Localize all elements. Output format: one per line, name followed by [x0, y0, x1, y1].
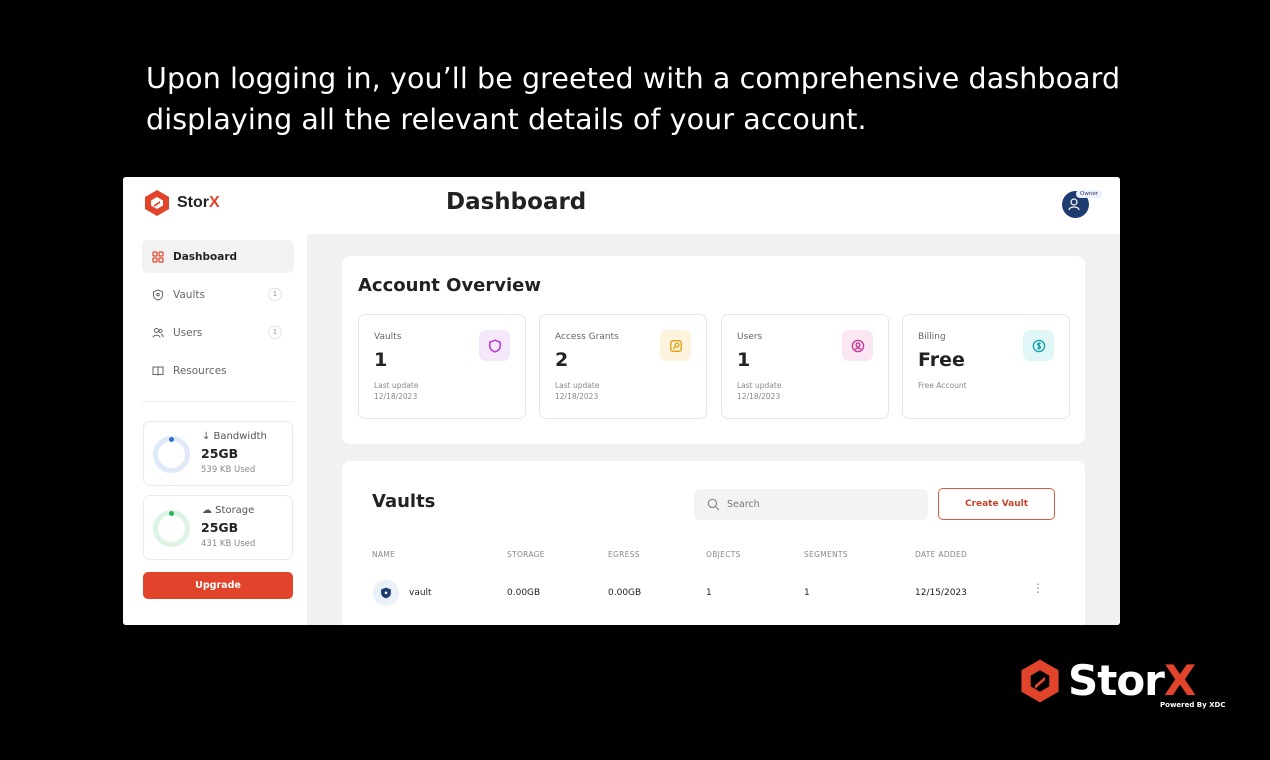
bandwidth-ring	[153, 436, 190, 473]
bandwidth-ring-indicator	[169, 437, 174, 442]
vault-objects: 1	[706, 588, 712, 598]
sidebar-item-users[interactable]: Users 1	[142, 316, 294, 349]
users-stat-card[interactable]: Users 1 Last update 12/18/2023	[721, 314, 889, 419]
dollar-icon	[1023, 330, 1054, 361]
storage-ring-indicator	[169, 511, 174, 516]
column-header-storage[interactable]: STORAGE	[507, 550, 545, 559]
stat-label: Users	[737, 332, 763, 342]
vault-shield-icon	[373, 580, 399, 606]
vault-name[interactable]: vault	[409, 588, 432, 598]
storage-label: ☁ Storage	[202, 505, 255, 516]
caption-text: Upon logging in, you’ll be greeted with …	[146, 62, 1121, 136]
user-icon	[842, 330, 873, 361]
storx-logo-icon	[145, 190, 169, 216]
role-badge: Owner	[1076, 190, 1102, 198]
users-count-badge: 1	[268, 326, 282, 339]
app-window: StorX Dashboard Vaults 1 Users 1 Resourc…	[123, 177, 1120, 625]
sidebar: StorX Dashboard Vaults 1 Users 1 Resourc…	[123, 177, 307, 625]
shield-icon	[152, 288, 164, 301]
stat-meta: Last update 12/18/2023	[555, 381, 600, 401]
stat-value: 1	[737, 349, 751, 371]
stat-label: Vaults	[374, 332, 402, 342]
vaults-count-badge: 1	[268, 288, 282, 301]
storx-logo-icon	[1021, 659, 1059, 703]
page-title: Dashboard	[446, 189, 587, 215]
footer-logo: StorX	[1020, 656, 1196, 705]
column-header-segments[interactable]: SEGMENTS	[804, 550, 848, 559]
vaults-panel: Vaults Create Vault NAME STORAGE EGRESS …	[342, 461, 1085, 625]
billing-stat-card[interactable]: Billing Free Free Account	[902, 314, 1070, 419]
footer-logo-text: StorX	[1068, 656, 1196, 705]
storage-ring	[153, 510, 190, 547]
column-header-objects[interactable]: OBJECTS	[706, 550, 741, 559]
sidebar-item-label: Vaults	[173, 288, 205, 301]
access-grants-stat-card[interactable]: Access Grants 2 Last update 12/18/2023	[539, 314, 707, 419]
vault-egress: 0.00GB	[608, 588, 642, 598]
sidebar-item-vaults[interactable]: Vaults 1	[142, 278, 294, 311]
book-icon	[152, 365, 164, 377]
footer-tagline: Powered By XDC	[1160, 701, 1226, 709]
stat-value: 1	[374, 349, 388, 371]
stat-meta: Last update 12/18/2023	[737, 381, 782, 401]
bandwidth-value: 25GB	[201, 446, 239, 461]
grid-icon	[152, 250, 164, 263]
storage-used: 431 KB Used	[201, 539, 256, 549]
users-icon	[152, 327, 164, 339]
vault-date-added: 12/15/2023	[915, 588, 967, 598]
search-input[interactable]	[694, 489, 928, 520]
key-icon	[660, 330, 691, 361]
sidebar-divider	[142, 401, 294, 402]
stat-value: Free	[918, 349, 965, 371]
bandwidth-label: ↓ Bandwidth	[202, 431, 267, 442]
create-vault-button[interactable]: Create Vault	[938, 488, 1055, 520]
stat-label: Access Grants	[555, 332, 619, 342]
storage-card: ☁ Storage 25GB 431 KB Used	[143, 495, 293, 560]
top-bar: Dashboard Owner	[307, 177, 1120, 234]
bandwidth-used: 539 KB Used	[201, 465, 256, 475]
stat-value: 2	[555, 349, 569, 371]
vault-segments: 1	[804, 588, 810, 598]
column-header-name[interactable]: NAME	[372, 550, 395, 559]
upgrade-button[interactable]: Upgrade	[143, 572, 293, 599]
sidebar-nav: Dashboard Vaults 1 Users 1 Resources	[142, 240, 294, 392]
storage-value: 25GB	[201, 520, 239, 535]
stat-label: Billing	[918, 332, 946, 342]
brand[interactable]: StorX	[143, 189, 220, 217]
account-overview-panel: Account Overview Vaults 1 Last update 12/…	[342, 256, 1085, 444]
row-menu-icon[interactable]: ⋮	[1032, 582, 1044, 594]
sidebar-item-label: Dashboard	[173, 250, 238, 263]
sidebar-item-dashboard[interactable]: Dashboard	[142, 240, 294, 273]
stat-meta: Last update 12/18/2023	[374, 381, 419, 401]
vaults-title: Vaults	[372, 491, 436, 512]
shield-icon	[479, 330, 510, 361]
account-overview-title: Account Overview	[358, 275, 541, 296]
sidebar-item-label: Users	[173, 326, 203, 339]
vaults-stat-card[interactable]: Vaults 1 Last update 12/18/2023	[358, 314, 526, 419]
bandwidth-card: ↓ Bandwidth 25GB 539 KB Used	[143, 421, 293, 486]
avatar[interactable]: Owner	[1062, 190, 1102, 218]
search-icon	[707, 498, 720, 511]
sidebar-item-resources[interactable]: Resources	[142, 354, 294, 387]
column-header-egress[interactable]: EGRESS	[608, 550, 640, 559]
vault-storage: 0.00GB	[507, 588, 541, 598]
column-header-date-added[interactable]: DATE ADDED	[915, 550, 967, 559]
brand-name: StorX	[177, 194, 220, 211]
stat-meta: Free Account	[918, 381, 967, 390]
sidebar-item-label: Resources	[173, 364, 227, 377]
